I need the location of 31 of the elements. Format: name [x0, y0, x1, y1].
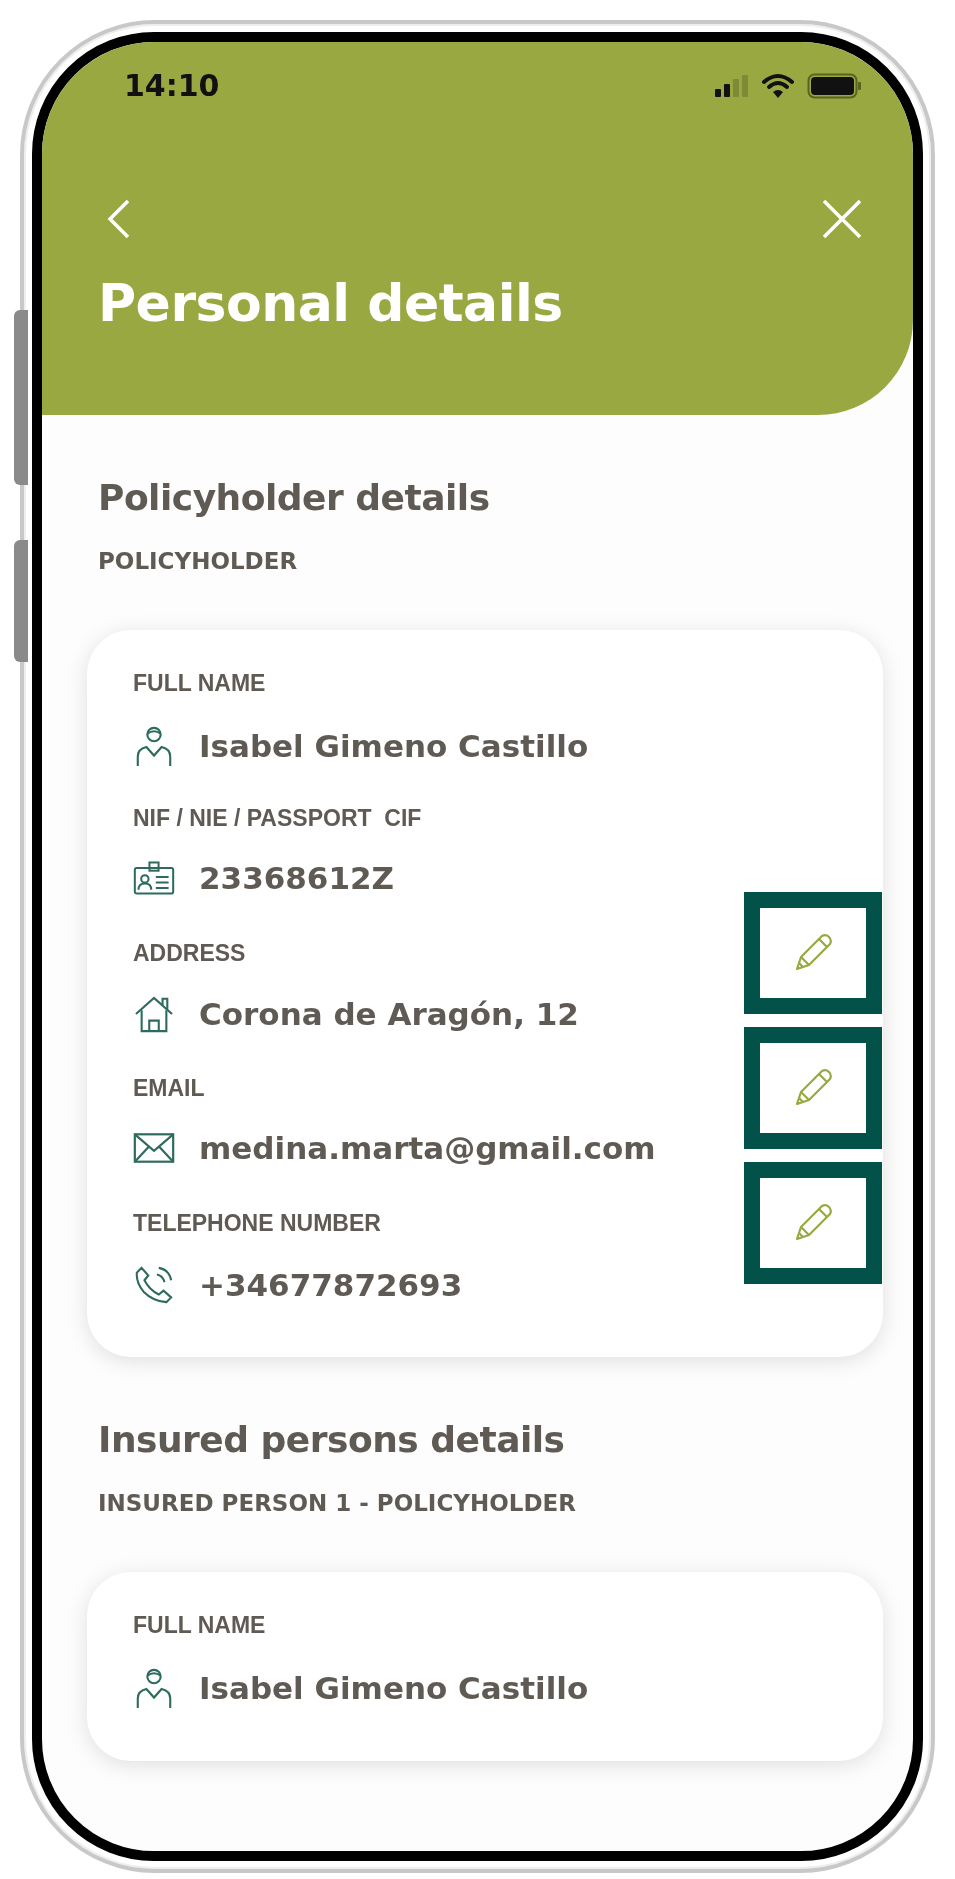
section-title: Insured persons details [98, 1419, 566, 1460]
phone-icon [133, 1265, 175, 1305]
field-value: Isabel Gimeno Castillo [199, 728, 589, 764]
field-label: ADDRESS [133, 940, 246, 967]
field-value: Isabel Gimeno Castillo [199, 1670, 589, 1706]
field-value: +34677872693 [199, 1267, 463, 1303]
pencil-icon [793, 1068, 833, 1108]
envelope-icon [133, 1132, 175, 1164]
wifi-icon [761, 72, 795, 99]
pencil-icon [793, 1203, 833, 1243]
section-subtitle: POLICYHOLDER [98, 548, 299, 574]
edit-button[interactable] [744, 1027, 882, 1149]
field-label: NIF / NIE / PASSPORT CIF [133, 805, 422, 832]
section-subtitle: INSURED PERSON 1 - POLICYHOLDER [98, 1490, 577, 1516]
field-label: TELEPHONE NUMBER [133, 1210, 381, 1237]
section-title: Policyholder details [98, 477, 491, 518]
pencil-icon [793, 933, 833, 973]
edit-button[interactable] [744, 1162, 882, 1284]
field-label: FULL NAME [133, 1612, 266, 1639]
page-title: Personal details [98, 273, 564, 333]
field-label: FULL NAME [133, 670, 266, 697]
status-time: 14:10 [124, 68, 220, 103]
field-label: EMAIL [133, 1075, 205, 1102]
id-card-icon [133, 860, 175, 896]
field-value: Corona de Aragón, 12 [199, 996, 579, 1032]
battery-icon [807, 72, 863, 99]
field-value: 23368612Z [199, 860, 395, 896]
edit-button[interactable] [744, 892, 882, 1014]
house-icon [133, 995, 175, 1033]
field-value: medina.marta@gmail.com [199, 1130, 656, 1166]
signal-icon [715, 74, 749, 97]
